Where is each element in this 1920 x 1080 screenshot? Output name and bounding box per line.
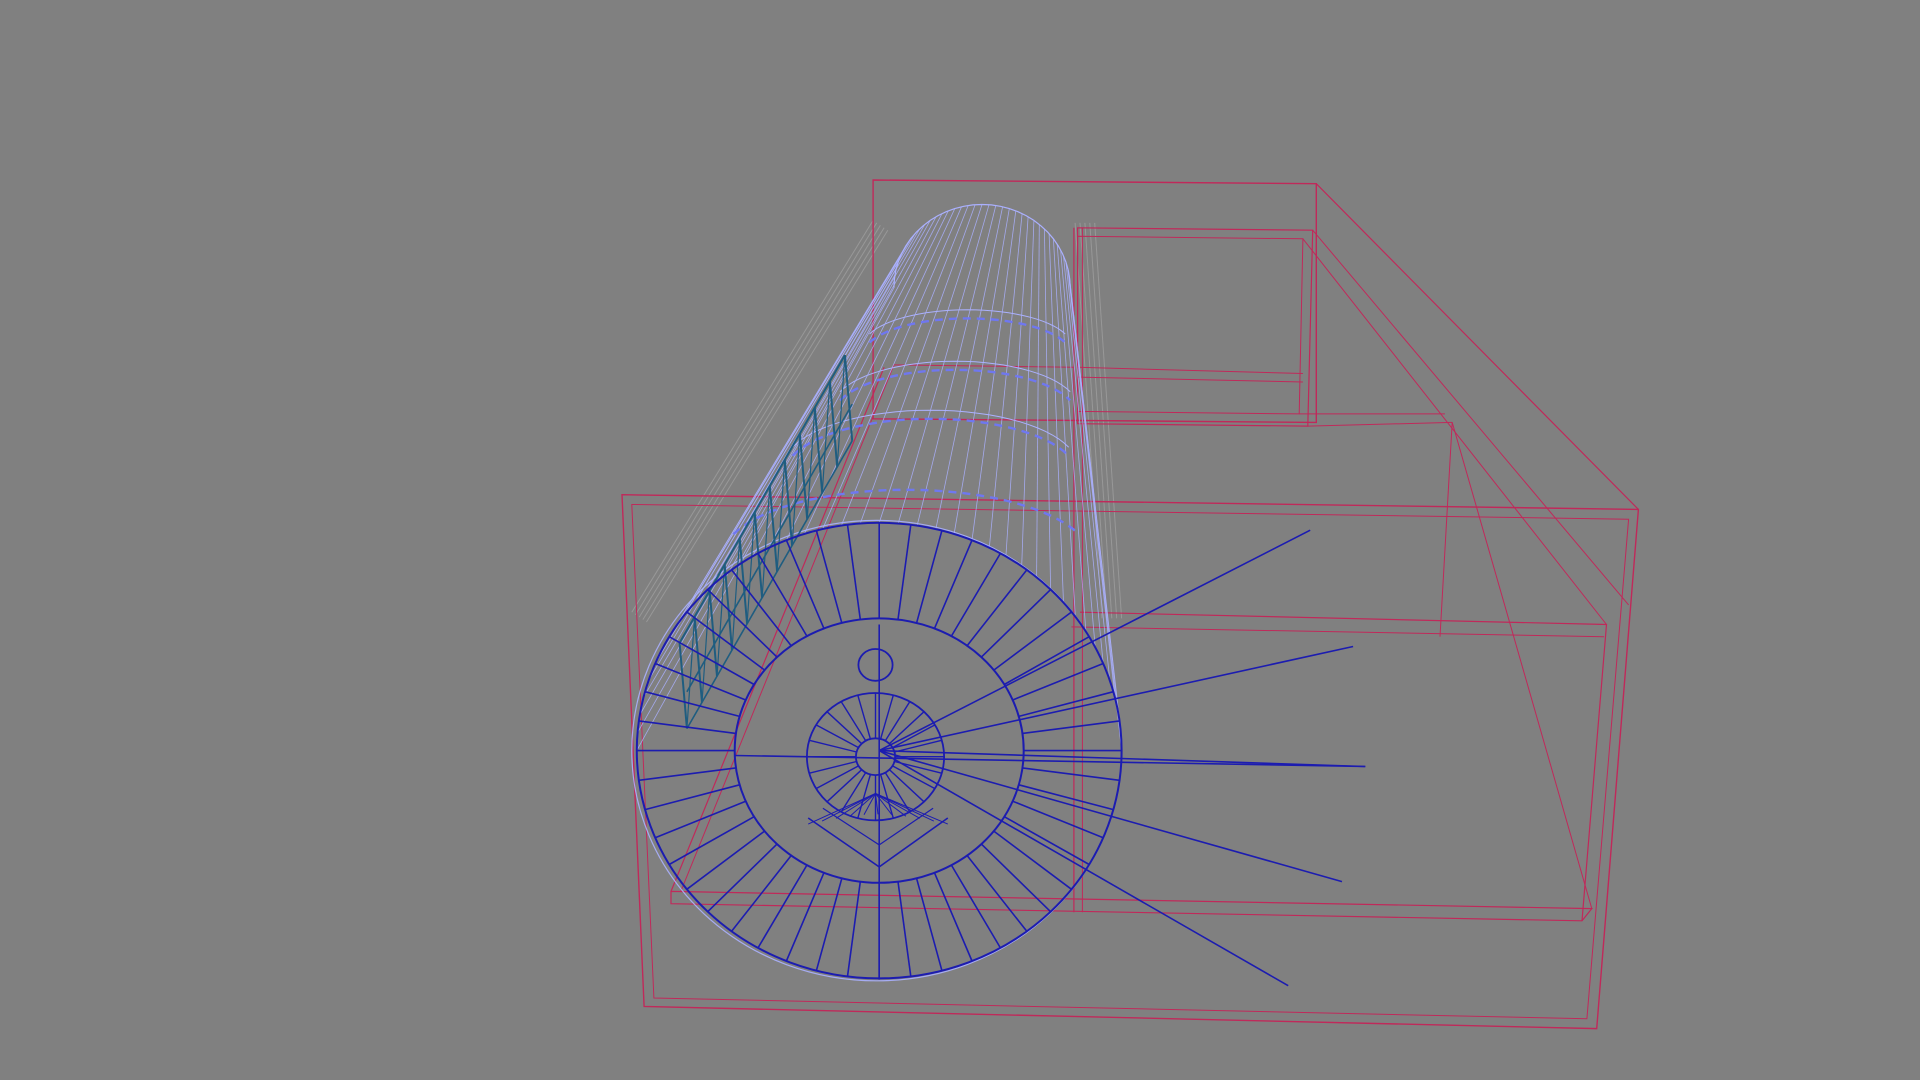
stair-landing-circle bbox=[857, 648, 894, 682]
stair-tread bbox=[815, 530, 843, 624]
stair-tread bbox=[1018, 784, 1114, 811]
frame-depth-edge bbox=[1312, 229, 1629, 606]
stair-tread bbox=[980, 843, 1052, 913]
stair-tread bbox=[707, 843, 778, 913]
stair-tread bbox=[785, 872, 825, 962]
frame-depth-edge bbox=[1307, 421, 1453, 427]
stair-tread bbox=[757, 552, 808, 637]
spiral-staircase bbox=[635, 521, 1366, 987]
stair-tread bbox=[950, 552, 1002, 637]
frame-depth-edge bbox=[1451, 422, 1593, 909]
handrail-post bbox=[678, 642, 688, 729]
stair-tread bbox=[1022, 767, 1120, 782]
drum-segment bbox=[1069, 281, 1122, 733]
handrail-brace bbox=[746, 512, 756, 624]
stair-tread bbox=[846, 881, 862, 977]
handrail-post bbox=[828, 381, 839, 468]
stair-tread bbox=[915, 530, 943, 624]
stair-tread bbox=[993, 830, 1072, 890]
stair-tread bbox=[644, 690, 740, 718]
handrail-post bbox=[768, 485, 779, 572]
stair-tread bbox=[897, 524, 912, 620]
drum-segment bbox=[682, 238, 912, 617]
stair-tread bbox=[686, 830, 766, 890]
stair-tread bbox=[980, 589, 1052, 658]
drum-segment bbox=[859, 204, 976, 524]
stair-tread bbox=[654, 800, 746, 839]
core-fan bbox=[806, 692, 949, 868]
frame-ledge bbox=[1077, 376, 1303, 383]
stair-tread bbox=[966, 569, 1028, 647]
drum-segment bbox=[1065, 261, 1111, 681]
stair-tread bbox=[993, 611, 1072, 671]
frame-back-inner-2 bbox=[1077, 235, 1304, 415]
stair-tread bbox=[915, 878, 943, 971]
stair-tread bbox=[1003, 816, 1090, 866]
core-blade bbox=[879, 695, 894, 740]
core-fan-wedge bbox=[807, 817, 949, 868]
core-blade bbox=[888, 711, 925, 745]
core-fan-rib bbox=[835, 793, 876, 819]
drum-hoop bbox=[839, 368, 1072, 402]
core-blade bbox=[884, 701, 911, 742]
core-blade bbox=[888, 769, 925, 803]
frame-ledge bbox=[1077, 366, 1303, 374]
room-frame bbox=[621, 179, 1640, 1030]
stair-tread bbox=[1003, 636, 1090, 686]
stair-tread bbox=[707, 589, 778, 658]
frame-back-inner bbox=[1076, 227, 1314, 427]
handrail-brace bbox=[686, 616, 696, 729]
stair-tread bbox=[1012, 662, 1104, 701]
drum-segment bbox=[878, 204, 983, 524]
stair-tread bbox=[815, 878, 843, 971]
3d-viewport[interactable] bbox=[0, 0, 1920, 1080]
core-blade bbox=[826, 711, 863, 745]
stair-beam bbox=[878, 529, 1311, 752]
drum-segment bbox=[672, 243, 908, 632]
stair-tread bbox=[933, 872, 973, 962]
drum-segment bbox=[1036, 224, 1040, 578]
drum-segment bbox=[1021, 220, 1035, 567]
ghost-pipes bbox=[631, 220, 1123, 623]
stair-beam bbox=[879, 645, 1354, 752]
drum-segment bbox=[971, 210, 1017, 541]
drum-segment bbox=[953, 208, 1010, 535]
frame-depth-edge bbox=[1439, 422, 1453, 637]
stair-tread bbox=[638, 767, 737, 782]
core-blade bbox=[826, 769, 863, 803]
stair-tread bbox=[846, 524, 862, 620]
core-fan-rib bbox=[875, 793, 921, 819]
stair-tread bbox=[1012, 800, 1104, 839]
drum-segment bbox=[935, 206, 1003, 530]
stair-tread bbox=[1022, 720, 1120, 735]
drum-segment bbox=[636, 287, 895, 751]
frame-step-2 bbox=[1071, 626, 1605, 638]
stair-tread bbox=[966, 855, 1028, 932]
handrail-post bbox=[693, 616, 703, 703]
stair-tread bbox=[668, 816, 755, 866]
stair-tread bbox=[950, 864, 1002, 949]
stair-beam bbox=[878, 749, 1289, 987]
stair-tread bbox=[933, 539, 973, 629]
drum-segment bbox=[637, 281, 895, 733]
stair-tread bbox=[785, 539, 825, 629]
stair-tread bbox=[644, 784, 740, 811]
ghost-pipe-left bbox=[642, 227, 885, 620]
wireframe-scene[interactable] bbox=[0, 0, 1920, 1080]
stair-tread bbox=[1018, 690, 1114, 718]
stair-beam bbox=[878, 749, 1343, 883]
handrail-brace bbox=[731, 538, 741, 651]
drum-segment bbox=[1044, 228, 1051, 590]
